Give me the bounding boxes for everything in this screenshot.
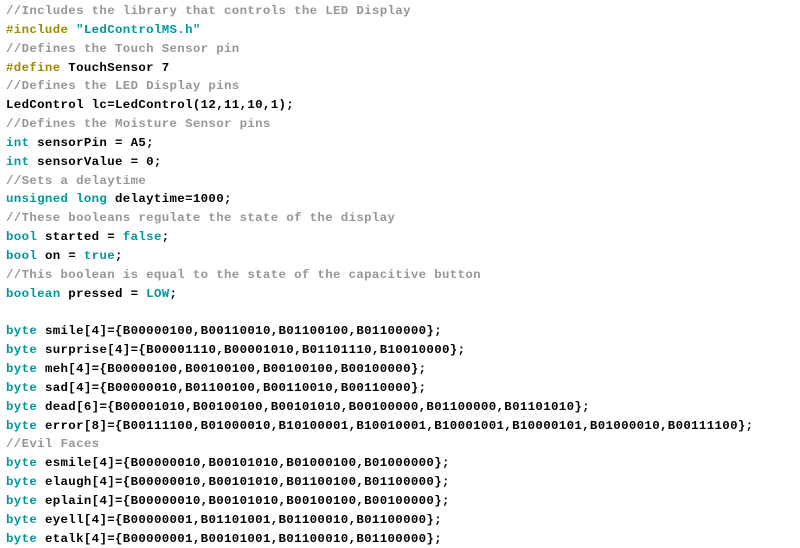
code-token-keyword: bool xyxy=(6,248,38,263)
code-token-comment: //Sets a delaytime xyxy=(6,173,147,188)
code-token-comment: //Defines the Moisture Sensor pins xyxy=(6,117,271,132)
code-line: bool started = false; xyxy=(6,228,800,247)
code-token-keyword: byte xyxy=(6,512,38,527)
code-line: byte eyell[4]={B00000001,B01101001,B0110… xyxy=(6,511,800,530)
code-token-keyword: byte xyxy=(6,456,38,471)
code-token-keyword: unsigned long xyxy=(6,192,108,207)
code-line: byte etalk[4]={B00000001,B00101001,B0110… xyxy=(6,530,800,548)
code-token-plain: sensorValue = 0; xyxy=(29,154,162,169)
code-token-keyword: byte xyxy=(6,475,38,490)
code-token-plain: eplain[4]={B00000010,B00101010,B00100100… xyxy=(37,493,450,508)
code-line: byte dead[6]={B00001010,B00100100,B00101… xyxy=(6,398,800,417)
code-token-keyword: byte xyxy=(6,362,38,377)
code-token-const: false xyxy=(122,230,162,245)
code-token-plain: sensorPin = A5; xyxy=(29,135,154,150)
code-token-string: "LedControlMS.h" xyxy=(76,22,201,37)
code-line: LedControl lc=LedControl(12,11,10,1); xyxy=(6,96,800,115)
code-token-comment: //Evil Faces xyxy=(6,437,100,452)
code-token-plain: esmile[4]={B00000010,B00101010,B01000100… xyxy=(37,456,450,471)
code-line: //Evil Faces xyxy=(6,435,800,454)
code-token-plain: meh[4]={B00000100,B00100100,B00100100,B0… xyxy=(37,362,427,377)
code-token-pre: #include xyxy=(6,22,69,37)
code-token-keyword: byte xyxy=(6,418,38,433)
code-line: byte sad[4]={B00000010,B01100100,B001100… xyxy=(6,379,800,398)
code-line: unsigned long delaytime=1000; xyxy=(6,190,800,209)
code-line: bool on = true; xyxy=(6,247,800,266)
code-line: int sensorValue = 0; xyxy=(6,153,800,172)
code-token-plain: delaytime=1000; xyxy=(107,192,232,207)
code-token-keyword: int xyxy=(6,154,30,169)
code-token-plain: smile[4]={B00000100,B00110010,B01100100,… xyxy=(37,324,443,339)
code-token-plain: pressed = xyxy=(60,286,147,301)
code-line: #define TouchSensor 7 xyxy=(6,59,800,78)
code-token-pre: #define xyxy=(6,60,61,75)
code-token-plain: ; xyxy=(169,286,178,301)
code-token-comment: //This boolean is equal to the state of … xyxy=(6,267,481,282)
code-line: byte smile[4]={B00000100,B00110010,B0110… xyxy=(6,322,800,341)
code-token-keyword: byte xyxy=(6,324,38,339)
code-token-const: true xyxy=(83,248,116,263)
code-token-plain: eyell[4]={B00000001,B01101001,B01100010,… xyxy=(37,512,443,527)
code-line: #include "LedControlMS.h" xyxy=(6,21,800,40)
code-token-keyword: byte xyxy=(6,380,38,395)
code-line: boolean pressed = LOW; xyxy=(6,285,800,304)
code-listing[interactable]: //Includes the library that controls the… xyxy=(0,0,800,548)
code-token-plain: dead[6]={B00001010,B00100100,B00101010,B… xyxy=(37,399,590,414)
code-line: byte surprise[4]={B00001110,B00001010,B0… xyxy=(6,341,800,360)
code-token-plain: started = xyxy=(37,230,123,245)
code-token-plain: TouchSensor 7 xyxy=(60,60,170,75)
code-token-plain: sad[4]={B00000010,B01100100,B00110010,B0… xyxy=(37,380,427,395)
code-token-keyword: byte xyxy=(6,399,38,414)
code-token-plain: surprise[4]={B00001110,B00001010,B011011… xyxy=(37,343,466,358)
code-token-keyword: bool xyxy=(6,230,38,245)
code-token-keyword: byte xyxy=(6,493,38,508)
code-token-comment: //Includes the library that controls the… xyxy=(6,4,411,18)
code-token-const: LOW xyxy=(146,286,170,301)
code-token-plain: ; xyxy=(161,230,170,245)
code-line: //Sets a delaytime xyxy=(6,172,800,191)
code-line: //This boolean is equal to the state of … xyxy=(6,266,800,285)
code-token-keyword: byte xyxy=(6,343,38,358)
code-token-comment: //These booleans regulate the state of t… xyxy=(6,211,396,226)
code-token-plain: etalk[4]={B00000001,B00101001,B01100010,… xyxy=(37,531,443,546)
code-line: //Defines the LED Display pins xyxy=(6,77,800,96)
code-line: //These booleans regulate the state of t… xyxy=(6,209,800,228)
code-token-comment: //Defines the Touch Sensor pin xyxy=(6,41,240,56)
code-line: byte esmile[4]={B00000010,B00101010,B010… xyxy=(6,454,800,473)
code-line: byte meh[4]={B00000100,B00100100,B001001… xyxy=(6,360,800,379)
code-line: //Defines the Moisture Sensor pins xyxy=(6,115,800,134)
code-line: //Defines the Touch Sensor pin xyxy=(6,40,800,59)
code-token-keyword: byte xyxy=(6,531,38,546)
code-line: byte error[8]={B00111100,B01000010,B1010… xyxy=(6,417,800,436)
code-line: byte eplain[4]={B00000010,B00101010,B001… xyxy=(6,492,800,511)
code-line: byte elaugh[4]={B00000010,B00101010,B011… xyxy=(6,473,800,492)
code-line: //Includes the library that controls the… xyxy=(6,2,800,21)
code-line: int sensorPin = A5; xyxy=(6,134,800,153)
code-token-plain: elaugh[4]={B00000010,B00101010,B01100100… xyxy=(37,475,450,490)
code-token-plain: on = xyxy=(37,248,84,263)
code-token-plain: ; xyxy=(115,248,123,263)
code-token-keyword: int xyxy=(6,135,30,150)
code-token-comment: //Defines the LED Display pins xyxy=(6,79,240,94)
code-token-keyword: boolean xyxy=(6,286,61,301)
code-token-plain: LedControl lc=LedControl(12,11,10,1); xyxy=(6,98,295,113)
code-token-plain: error[8]={B00111100,B01000010,B10100001,… xyxy=(37,418,754,433)
